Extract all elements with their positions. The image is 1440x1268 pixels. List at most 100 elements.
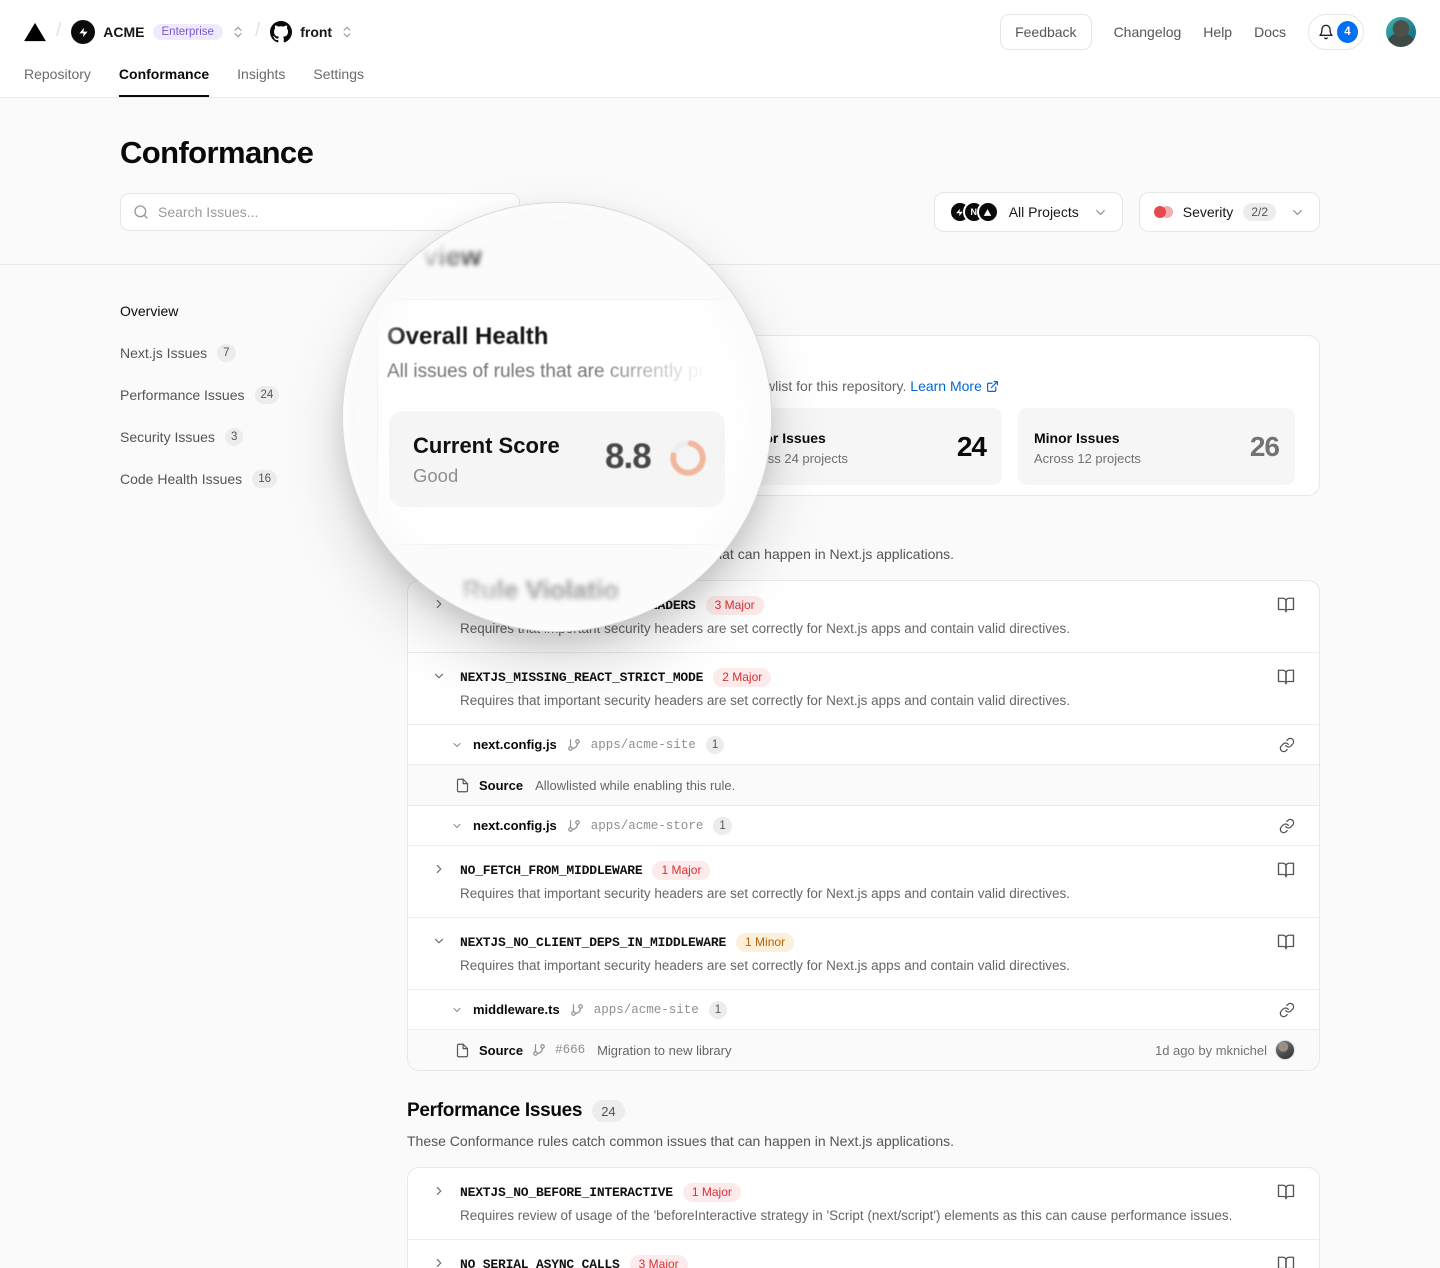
chevron-down-icon[interactable] [451,1004,463,1016]
notifications-button[interactable]: 4 [1308,14,1364,50]
chevron-down-icon[interactable] [451,820,463,832]
changelog-link[interactable]: Changelog [1114,24,1182,40]
docs-book-icon[interactable] [1277,1181,1295,1201]
notification-count-badge: 4 [1337,21,1358,43]
severity-badge: 1 Major [652,861,710,880]
team-plan-badge: Enterprise [153,24,223,40]
vercel-logo-icon[interactable] [24,22,46,42]
feedback-button[interactable]: Feedback [1000,14,1091,50]
severity-filter-label: Severity [1183,204,1234,220]
tab-repository[interactable]: Repository [24,64,91,97]
sidebar-count-badge: 3 [225,428,243,446]
repo-switcher[interactable]: front [270,21,354,43]
link-icon[interactable] [1279,818,1295,834]
tab-settings[interactable]: Settings [313,64,364,97]
repo-name: front [300,24,332,40]
repo-switcher-chevrons-icon[interactable] [340,25,354,39]
issue-count-badge: 1 [713,817,731,835]
sidebar-item-code-health-issues[interactable]: Code Health Issues 16 [120,469,360,489]
section-description: These Conformance rules catch common iss… [407,1131,1320,1151]
magnified-score-value: 8.8 [605,437,651,477]
chevron-down-icon[interactable] [432,666,446,683]
search-icon [133,204,149,220]
section-performance-issues: Performance Issues 24 These Conformance … [407,1099,1320,1268]
docs-book-icon[interactable] [1277,666,1295,686]
help-link[interactable]: Help [1203,24,1232,40]
magnified-current-score-tile: Current Score Good 8.8 [389,411,725,507]
severity-filter[interactable]: Severity 2/2 [1139,192,1320,232]
sidebar-count-badge: 24 [255,386,280,404]
team-switcher[interactable]: ACME Enterprise [71,20,245,44]
author-avatar[interactable] [1275,1040,1295,1060]
git-branch-icon [567,738,581,752]
search-input[interactable] [158,204,507,220]
file-row: next.config.js apps/acme-store 1 [408,805,1319,845]
chevron-right-icon[interactable] [432,859,446,876]
sidebar-item-nextjs-issues[interactable]: Next.js Issues 7 [120,343,360,363]
rule-name: NEXTJS_NO_CLIENT_DEPS_IN_MIDDLEWARE [460,935,726,950]
sidebar-item-overview[interactable]: Overview [120,301,360,321]
minor-issues-value: 26 [1250,431,1279,463]
section-count-badge: 24 [592,1100,624,1122]
source-row: Source Allowlisted while enabling this r… [408,764,1319,805]
file-name: next.config.js [473,737,557,752]
project-path: apps/acme-site [594,1003,699,1017]
project-path: apps/acme-site [591,738,696,752]
team-switcher-chevrons-icon[interactable] [231,25,245,39]
rule-description: Requires that important security headers… [460,956,1263,976]
rule-name: NEXTJS_MISSING_REACT_STRICT_MODE [460,670,703,685]
source-text: Allowlisted while enabling this rule. [535,778,735,793]
severity-badge: 3 Major [630,1255,688,1268]
link-icon[interactable] [1279,1002,1295,1018]
magnifier-overlay: view Overall Health All issues of rules … [342,202,772,632]
header-actions: Feedback Changelog Help Docs 4 [1000,14,1416,50]
tab-insights[interactable]: Insights [237,64,285,97]
minor-issues-tile: Minor Issues Across 12 projects 26 [1018,408,1295,485]
link-icon[interactable] [1279,737,1295,753]
filters: N All Projects Severity 2/2 [934,192,1320,232]
docs-book-icon[interactable] [1277,859,1295,879]
source-row: Source #666 Migration to new library 1d … [408,1029,1319,1070]
severity-count-badge: 2/2 [1243,203,1276,221]
rule-name: NEXTJS_NO_BEFORE_INTERACTIVE [460,1185,673,1200]
tab-bar: Repository Conformance Insights Settings [0,64,1440,98]
breadcrumb-divider: / [56,20,61,42]
project-avatars: N [949,201,999,223]
rule-row: NO_SERIAL_ASYNC_CALLS 3 Major [408,1239,1319,1268]
major-issues-value: 24 [957,431,986,463]
learn-more-link[interactable]: Learn More [910,376,999,396]
sidebar: Overview Next.js Issues 7 Performance Is… [120,301,360,1268]
rule-description: Requires that important security headers… [460,884,1263,904]
sidebar-item-security-issues[interactable]: Security Issues 3 [120,427,360,447]
chevron-down-icon[interactable] [451,739,463,751]
breadcrumb-divider: / [255,20,260,42]
tab-conformance[interactable]: Conformance [119,64,209,97]
project-path: apps/acme-store [591,819,704,833]
docs-book-icon[interactable] [1277,931,1295,951]
docs-book-icon[interactable] [1277,594,1295,614]
rule-row: NEXTJS_NO_CLIENT_DEPS_IN_MIDDLEWARE 1 Mi… [408,917,1319,989]
chevron-down-icon [1290,205,1305,220]
magnified-score-status: Good [413,465,458,487]
chevron-down-icon [1093,205,1108,220]
sidebar-item-label: Next.js Issues [120,345,207,361]
section-heading: Performance Issues [407,1099,582,1123]
chevron-down-icon[interactable] [432,931,446,948]
git-branch-icon [532,1043,546,1057]
docs-link[interactable]: Docs [1254,24,1286,40]
docs-book-icon[interactable] [1277,1253,1295,1268]
projects-filter-label: All Projects [1009,204,1079,220]
sidebar-item-performance-issues[interactable]: Performance Issues 24 [120,385,360,405]
user-avatar[interactable] [1386,17,1416,47]
magnified-overall-health-title: Overall Health [387,323,548,351]
git-branch-icon [570,1003,584,1017]
file-name: middleware.ts [473,1002,560,1017]
projects-filter[interactable]: N All Projects [934,192,1123,232]
rule-name: NO_FETCH_FROM_MIDDLEWARE [460,863,642,878]
severity-badge: 2 Major [713,668,771,687]
severity-badge: 1 Major [683,1183,741,1202]
source-label: Source [479,778,523,793]
chevron-right-icon[interactable] [432,1181,446,1198]
chevron-right-icon[interactable] [432,1253,446,1268]
severity-badge: 1 Minor [736,933,794,952]
